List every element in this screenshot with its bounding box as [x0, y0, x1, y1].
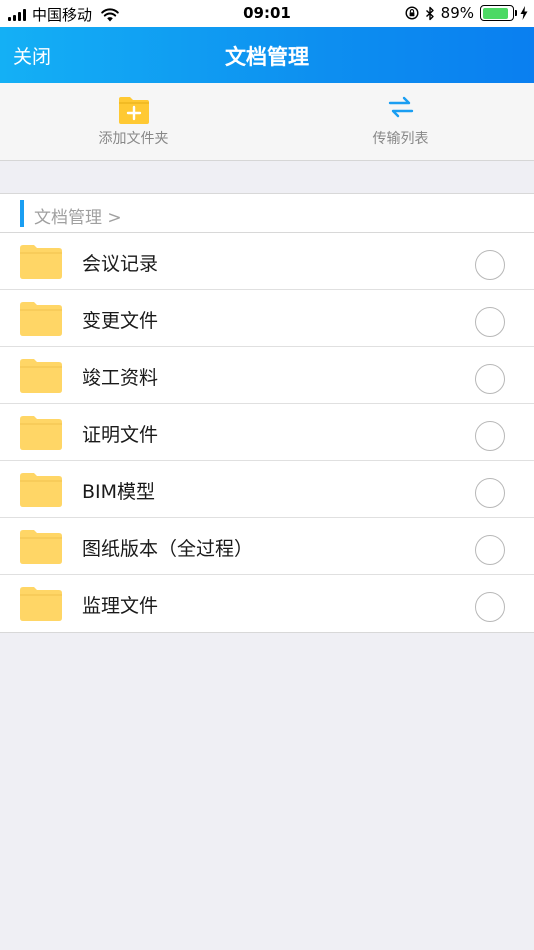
- list-item[interactable]: 会议记录: [0, 233, 534, 290]
- breadcrumb-path[interactable]: 文档管理 >: [34, 203, 122, 228]
- bluetooth-icon: [425, 6, 434, 20]
- folder-icon: [20, 245, 62, 279]
- folder-add-icon: [118, 97, 149, 124]
- battery-percent: 89%: [440, 4, 474, 22]
- breadcrumb: 文档管理 >: [0, 193, 534, 233]
- battery-level: [482, 7, 509, 19]
- folder-icon: [20, 587, 62, 621]
- add-folder-label: 添加文件夹: [98, 131, 169, 147]
- select-radio[interactable]: [475, 478, 505, 508]
- folder-list: 会议记录 变更文件 竣工资料 证明文件 BIM模型 图纸版本（全过程） 监理文件: [0, 233, 534, 633]
- page-title: 文档管理: [225, 45, 309, 69]
- select-radio[interactable]: [475, 592, 505, 622]
- folder-name: BIM模型: [82, 481, 156, 503]
- action-toolbar: 添加文件夹 传输列表: [0, 83, 534, 161]
- folder-icon: [20, 359, 62, 393]
- list-item[interactable]: 图纸版本（全过程）: [0, 518, 534, 575]
- folder-name: 变更文件: [82, 310, 159, 332]
- list-item[interactable]: 监理文件: [0, 575, 534, 632]
- folder-icon: [20, 302, 62, 336]
- folder-icon: [20, 473, 62, 507]
- list-item[interactable]: 竣工资料: [0, 347, 534, 404]
- select-radio[interactable]: [475, 421, 505, 451]
- folder-name: 证明文件: [82, 424, 159, 446]
- add-folder-button[interactable]: 添加文件夹: [0, 83, 267, 161]
- list-item[interactable]: 变更文件: [0, 290, 534, 347]
- select-radio[interactable]: [475, 307, 505, 337]
- transfer-list-button[interactable]: 传输列表: [267, 83, 534, 161]
- folder-name: 监理文件: [82, 595, 159, 617]
- transfer-arrows-icon: [388, 96, 413, 118]
- status-bar: 中国移动 09:01 89%: [0, 0, 534, 27]
- charging-bolt-icon: [520, 6, 528, 20]
- orientation-lock-icon: [405, 6, 419, 20]
- navigation-bar: 关闭 文档管理: [0, 27, 534, 83]
- folder-name: 竣工资料: [82, 367, 159, 389]
- close-button[interactable]: 关闭: [13, 42, 51, 69]
- list-item[interactable]: 证明文件: [0, 404, 534, 461]
- folder-name: 会议记录: [82, 253, 159, 275]
- select-radio[interactable]: [475, 364, 505, 394]
- select-radio[interactable]: [475, 535, 505, 565]
- select-radio[interactable]: [475, 250, 505, 280]
- battery-icon: [480, 5, 517, 21]
- folder-icon: [20, 416, 62, 450]
- status-right: 89%: [405, 4, 528, 22]
- transfer-list-label: 传输列表: [372, 131, 429, 147]
- folder-name: 图纸版本（全过程）: [82, 538, 254, 560]
- folder-icon: [20, 530, 62, 564]
- list-item[interactable]: BIM模型: [0, 461, 534, 518]
- breadcrumb-accent-bar: [20, 200, 24, 227]
